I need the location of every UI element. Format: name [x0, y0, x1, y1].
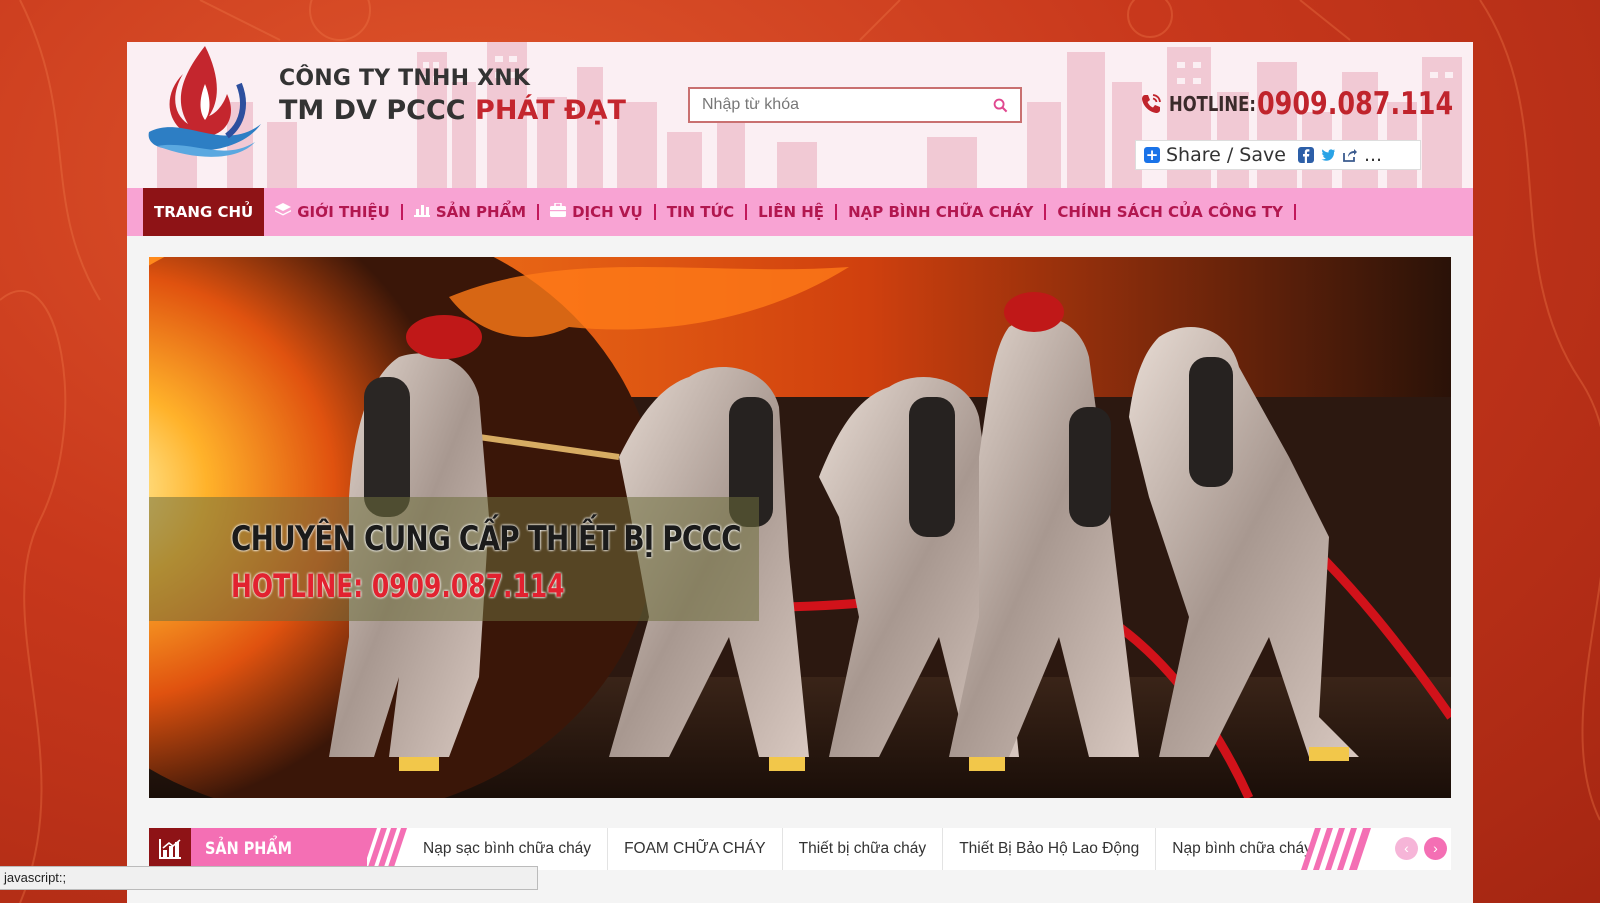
- header-hotline: HOTLINE: 0909.087.114: [1139, 86, 1473, 122]
- facebook-icon[interactable]: [1297, 147, 1314, 163]
- hero-banner[interactable]: CHUYÊN CUNG CẤP THIẾT BỊ PCCC HOTLINE: 0…: [149, 257, 1451, 798]
- page-container: CÔNG TY TNHH XNK TM DV PCCC PHÁT ĐẠT HOT…: [127, 42, 1473, 903]
- decorative-stripes: [1301, 828, 1371, 870]
- company-name-prefix: TM DV PCCC: [279, 95, 476, 126]
- browser-status-bar: javascript:;: [0, 866, 538, 890]
- bar-chart-icon: [413, 203, 430, 221]
- main-navigation: TRANG CHỦ GIỚI THIỆU SẢN PHẨM DỊCH VỤ TI…: [127, 188, 1473, 236]
- company-name-line1: CÔNG TY TNHH XNK: [279, 66, 531, 91]
- product-tab[interactable]: Nạp sạc bình chữa cháy: [407, 828, 609, 870]
- nav-label: SẢN PHẨM: [435, 203, 527, 221]
- nav-separator: [1293, 204, 1296, 220]
- nav-item-tin-tuc[interactable]: TIN TỨC: [656, 188, 745, 236]
- product-tab[interactable]: Thiết Bị Bảo Hộ Lao Động: [943, 828, 1157, 870]
- share-more[interactable]: ...: [1364, 144, 1382, 166]
- nav-item-lien-he[interactable]: LIÊN HỆ: [747, 188, 835, 236]
- nav-label: DỊCH VỤ: [572, 203, 643, 221]
- company-logo[interactable]: [143, 44, 267, 162]
- decorative-stripes: [367, 828, 407, 870]
- banner-title: CHUYÊN CUNG CẤP THIẾT BỊ PCCC: [231, 519, 742, 559]
- search-input[interactable]: [690, 89, 980, 121]
- nav-label: LIÊN HỆ: [758, 203, 825, 221]
- carousel-arrows: ‹ ›: [1395, 837, 1447, 860]
- site-header: CÔNG TY TNHH XNK TM DV PCCC PHÁT ĐẠT HOT…: [127, 42, 1473, 188]
- nav-item-san-pham[interactable]: SẢN PHẨM: [403, 188, 537, 236]
- products-heading-label: SẢN PHẨM: [205, 839, 292, 859]
- nav-label: NẠP BÌNH CHỮA CHÁY: [848, 203, 1034, 221]
- product-category-bar: SẢN PHẨM Nạp sạc bình chữa cháy FOAM CHỮ…: [149, 828, 1451, 870]
- briefcase-icon: [550, 202, 567, 221]
- nav-label: GIỚI THIỆU: [297, 203, 390, 221]
- hotline-number[interactable]: 0909.087.114: [1257, 86, 1453, 122]
- layers-icon: [275, 203, 292, 221]
- nav-label: TRANG CHỦ: [154, 203, 254, 221]
- product-tab[interactable]: FOAM CHỮA CHÁY: [608, 828, 783, 870]
- share-icon[interactable]: [1342, 147, 1358, 163]
- chevron-left-icon[interactable]: ‹: [1395, 837, 1418, 860]
- bar-chart-icon: [149, 828, 191, 870]
- banner-caption: CHUYÊN CUNG CẤP THIẾT BỊ PCCC HOTLINE: 0…: [149, 497, 759, 621]
- product-tab[interactable]: Thiết bị chữa cháy: [783, 828, 944, 870]
- search-icon: [993, 98, 1007, 112]
- nav-item-gioi-thieu[interactable]: GIỚI THIỆU: [264, 188, 401, 236]
- banner-hotline: HOTLINE: 0909.087.114: [231, 567, 565, 605]
- search-box: [688, 87, 1022, 123]
- nav-item-nap-binh-chua-chay[interactable]: NẠP BÌNH CHỮA CHÁY: [837, 188, 1044, 236]
- nav-label: TIN TỨC: [666, 203, 735, 221]
- twitter-icon[interactable]: [1320, 147, 1336, 163]
- nav-item-trang-chu[interactable]: TRANG CHỦ: [143, 188, 265, 236]
- search-button[interactable]: [980, 89, 1020, 121]
- share-save-label: Share / Save: [1166, 144, 1286, 166]
- company-name-line2: TM DV PCCC PHÁT ĐẠT: [279, 95, 626, 126]
- product-tabs: Nạp sạc bình chữa cháy FOAM CHỮA CHÁY Th…: [407, 828, 1328, 870]
- company-name: CÔNG TY TNHH XNK TM DV PCCC PHÁT ĐẠT: [279, 66, 626, 126]
- nav-item-dich-vu[interactable]: DỊCH VỤ: [539, 188, 654, 236]
- nav-label: CHÍNH SÁCH CỦA CÔNG TY: [1057, 203, 1283, 221]
- chevron-right-icon[interactable]: ›: [1424, 837, 1447, 860]
- nav-item-chinh-sach[interactable]: CHÍNH SÁCH CỦA CÔNG TY: [1046, 188, 1294, 236]
- hotline-label: HOTLINE:: [1169, 92, 1256, 116]
- plus-icon: +: [1144, 146, 1160, 164]
- products-heading: SẢN PHẨM: [149, 828, 367, 870]
- phone-icon: [1142, 94, 1161, 113]
- share-save-widget[interactable]: + Share / Save ...: [1135, 140, 1421, 170]
- company-name-highlight: PHÁT ĐẠT: [475, 95, 626, 126]
